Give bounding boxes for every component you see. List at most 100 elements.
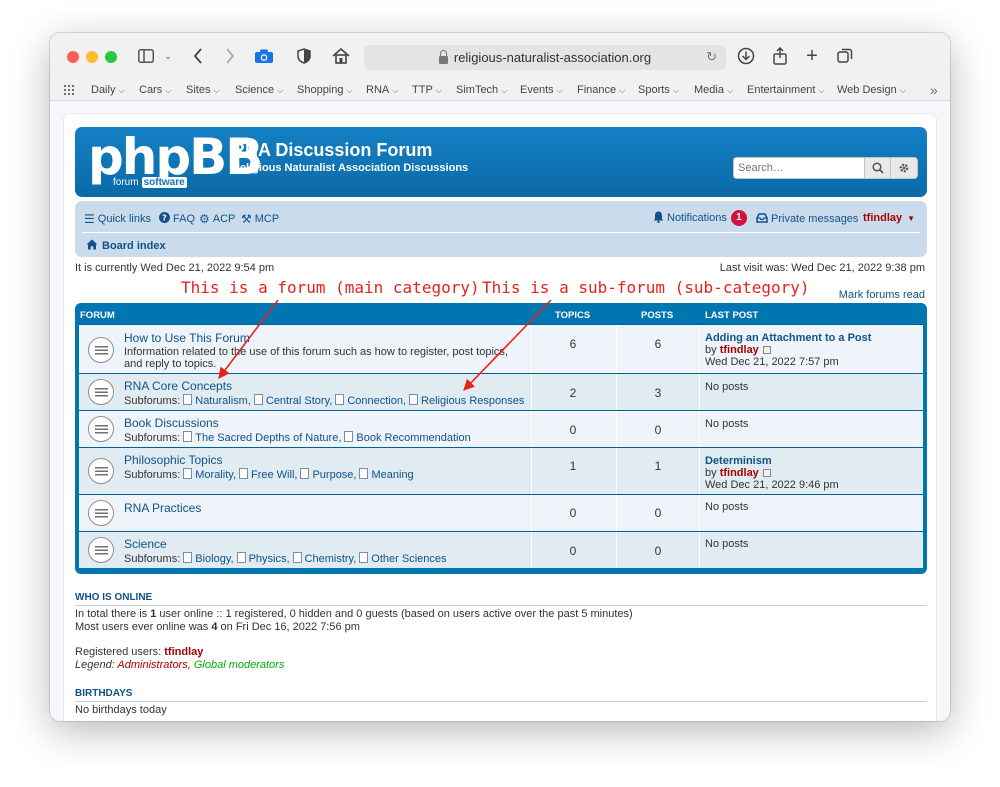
- subforum-link[interactable]: Physics,: [234, 553, 290, 565]
- birthdays-text: No birthdays today: [75, 704, 167, 716]
- forum-row: Science Subforums: Biology, Physics, Chemis…: [79, 531, 923, 568]
- subforum-link[interactable]: Other Sciences: [356, 553, 446, 565]
- tab-overview-icon[interactable]: [836, 45, 854, 67]
- forum-title-link[interactable]: Philosophic Topics: [124, 453, 223, 467]
- last-post-none: No posts: [705, 538, 749, 550]
- chevron-down-icon: ⌵: [501, 86, 508, 95]
- bookmark-folder[interactable]: Daily ⌵: [91, 84, 125, 96]
- web-page: phpBB forum software RNA Discussion Forum…: [50, 101, 950, 721]
- close-window-button[interactable]: [67, 51, 79, 63]
- grid-icon[interactable]: [63, 84, 74, 95]
- subforum-link[interactable]: Purpose,: [297, 469, 356, 481]
- zoom-window-button[interactable]: [105, 51, 117, 63]
- column-divider: [616, 495, 617, 531]
- column-divider: [531, 532, 532, 568]
- topics-count: 0: [569, 544, 577, 558]
- bookmark-folder[interactable]: Web Design ⌵: [837, 84, 906, 96]
- share-icon[interactable]: [771, 45, 789, 67]
- downloads-icon[interactable]: [736, 45, 756, 67]
- column-divider: [699, 495, 700, 531]
- home-icon[interactable]: [331, 45, 351, 67]
- minimize-window-button[interactable]: [86, 51, 98, 63]
- last-post-title-link[interactable]: Determinism: [705, 455, 839, 467]
- forward-icon[interactable]: [222, 45, 238, 67]
- subforum-link[interactable]: Free Will,: [236, 469, 297, 481]
- bookmark-folder[interactable]: Media ⌵: [694, 84, 733, 96]
- forum-annotation-arrow: [218, 299, 279, 379]
- column-divider: [699, 532, 700, 568]
- bookmarks-bar: Daily ⌵ Cars ⌵ Sites ⌵ Science ⌵ Shopping ⌵ R…: [50, 79, 950, 101]
- chevron-down-icon: ⌵: [435, 86, 442, 95]
- bookmark-folder[interactable]: Sports ⌵: [638, 84, 679, 96]
- chevron-down-icon: ⌵: [726, 86, 734, 95]
- address-bar[interactable]: religious-naturalist-association.org ↻: [364, 45, 726, 70]
- chevron-down-icon: ⌵: [619, 86, 626, 95]
- forum-read-icon: [88, 537, 114, 563]
- privacy-shield-icon[interactable]: [296, 45, 312, 67]
- chevron-down-icon: ⌵: [556, 86, 563, 95]
- column-divider: [699, 448, 700, 494]
- sidebar-toggle-icon[interactable]: [137, 45, 155, 67]
- posts-count: 0: [654, 506, 662, 520]
- column-divider: [616, 448, 617, 494]
- posts-count: 0: [654, 544, 662, 558]
- sidebar-menu-chevron-icon[interactable]: ⌄: [162, 45, 174, 67]
- column-divider: [531, 495, 532, 531]
- posts-count: 1: [654, 459, 662, 473]
- bookmark-folder[interactable]: RNA ⌵: [366, 84, 398, 96]
- bookmark-folder[interactable]: Finance ⌵: [577, 84, 625, 96]
- subforum-link[interactable]: Morality,: [180, 469, 236, 481]
- view-latest-post-icon[interactable]: [762, 469, 771, 477]
- lock-icon: [438, 49, 448, 64]
- bookmark-folder[interactable]: TTP ⌵: [412, 84, 442, 96]
- address-url: religious-naturalist-association.org: [453, 50, 652, 65]
- bookmark-folder[interactable]: Events ⌵: [520, 84, 563, 96]
- reload-icon[interactable]: ↻: [706, 49, 717, 65]
- last-post-date: Wed Dec 21, 2022 9:46 pm: [705, 479, 839, 491]
- chevron-down-icon: ⌵: [277, 86, 284, 95]
- subforum-link[interactable]: Biology,: [180, 553, 233, 565]
- chevron-down-icon: ⌵: [118, 86, 125, 95]
- forum-wrap: phpBB forum software RNA Discussion Forum…: [63, 113, 937, 721]
- section-divider: [75, 605, 927, 606]
- section-divider: [75, 701, 927, 702]
- last-post-user-link[interactable]: tfindlay: [720, 467, 759, 479]
- chevron-down-icon: ⌵: [818, 86, 825, 95]
- subforum-annotation-arrow: [463, 299, 552, 391]
- topics-count: 0: [569, 506, 577, 520]
- registered-user-link[interactable]: tfindlay: [164, 646, 203, 658]
- more-bookmarks-icon[interactable]: »: [930, 82, 938, 98]
- last-post-info: Determinism by tfindlay Wed Dec 21, 2022…: [705, 455, 839, 491]
- forum-row: Philosophic Topics Subforums: Morality, Fr…: [79, 447, 923, 494]
- browser-window: ⌄ religious-naturalist-association.org ↻…: [50, 33, 950, 721]
- bookmark-folder[interactable]: Cars ⌵: [139, 84, 171, 96]
- back-icon[interactable]: [190, 45, 206, 67]
- bookmark-folder[interactable]: Shopping ⌵: [297, 84, 353, 96]
- camera-extension-icon[interactable]: [254, 45, 274, 67]
- forum-title-link[interactable]: Science: [124, 537, 167, 551]
- annotation-arrows: [218, 299, 552, 391]
- column-divider: [531, 448, 532, 494]
- browser-toolbar: ⌄ religious-naturalist-association.org ↻…: [50, 33, 950, 79]
- forum-title-link[interactable]: RNA Practices: [124, 501, 201, 515]
- chevron-down-icon: ⌵: [346, 86, 353, 95]
- online-stats: In total there is 1 user online :: 1 reg…: [75, 608, 633, 633]
- subforum-link[interactable]: Chemistry,: [290, 553, 357, 565]
- topics-count: 1: [569, 459, 577, 473]
- chevron-down-icon: ⌵: [165, 86, 172, 95]
- forum-row: RNA Practices 0 0 No posts: [79, 494, 923, 531]
- bookmark-folder[interactable]: Entertainment ⌵: [747, 84, 825, 96]
- bookmark-folder[interactable]: Sites ⌵: [186, 84, 220, 96]
- subforum-link[interactable]: Meaning: [356, 469, 413, 481]
- forum-read-icon: [88, 458, 114, 484]
- subforums-list: Subforums: Morality, Free Will, Purpose, Mea…: [124, 469, 414, 481]
- bookmark-folder[interactable]: Science ⌵: [235, 84, 283, 96]
- bookmark-folder[interactable]: SimTech ⌵: [456, 84, 507, 96]
- last-post-none: No posts: [705, 501, 749, 513]
- legend-administrators-link[interactable]: Administrators: [117, 659, 187, 671]
- who-is-online-title[interactable]: Who is online: [75, 592, 152, 603]
- new-tab-icon[interactable]: +: [803, 45, 821, 67]
- column-divider: [616, 532, 617, 568]
- registered-users: Registered users: tfindlay Legend: Admin…: [75, 646, 285, 671]
- legend-global-moderators-link[interactable]: Global moderators: [194, 659, 285, 671]
